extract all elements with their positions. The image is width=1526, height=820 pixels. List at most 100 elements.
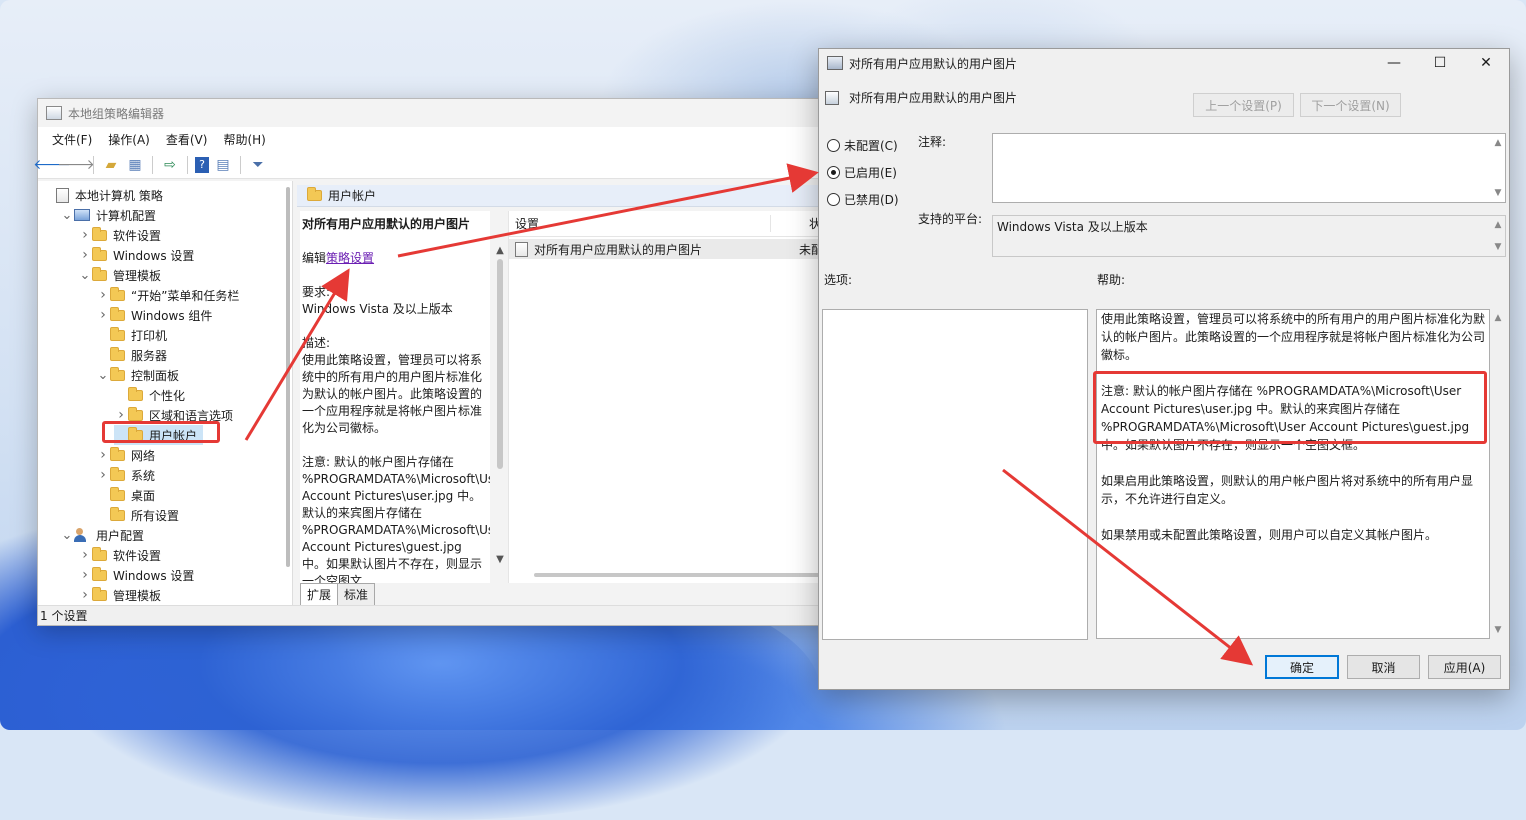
tab-standard[interactable]: 标准 <box>337 583 376 605</box>
chevron-right-icon[interactable]: › <box>96 447 110 463</box>
scroll-down-icon[interactable]: ▼ <box>493 554 507 565</box>
show-hide-tree-icon[interactable]: ▦ <box>125 155 145 175</box>
tree-item[interactable]: › 网络 <box>96 445 155 465</box>
comment-scrollbar[interactable]: ▲ ▼ <box>1491 134 1505 202</box>
column-header-setting[interactable]: 设置 <box>509 215 771 232</box>
tree-item-label: 用户配置 <box>96 528 145 543</box>
edit-policy-link[interactable]: 策略设置 <box>326 251 374 265</box>
tree-item[interactable]: › 软件设置 <box>78 225 161 245</box>
radio-circle <box>827 139 840 152</box>
tree-item[interactable]: 打印机 <box>96 325 167 345</box>
radio-enabled[interactable]: 已启用(E) <box>827 164 897 181</box>
tree-item[interactable]: ⌄ 控制面板 <box>96 365 179 385</box>
tree-item[interactable]: › 系统 <box>96 465 155 485</box>
export-list-icon[interactable]: ⇨ <box>160 155 180 175</box>
scroll-up-icon[interactable]: ▲ <box>1491 138 1505 148</box>
chevron-right-icon[interactable]: › <box>78 247 92 263</box>
tree-item[interactable]: 桌面 <box>96 485 155 505</box>
tree-item[interactable]: 个性化 <box>114 385 185 405</box>
tree-item[interactable]: ⌄ 用户配置 <box>60 525 144 545</box>
chevron-down-icon[interactable]: ⌄ <box>60 208 74 223</box>
policy-tree[interactable]: 本地计算机 策略 ⌄ 计算机配置 › 软件设置 › Windows 设置 ⌄ 管理模板 › “开始”… <box>38 181 293 607</box>
help-text-panel: 使用此策略设置，管理员可以将系统中的所有用户的用户图片标准化为默认的帐户图片。此… <box>1096 309 1490 639</box>
help-label: 帮助: <box>1097 273 1126 287</box>
description-policy-title: 对所有用户应用默认的用户图片 <box>302 217 471 231</box>
scroll-up-icon[interactable]: ▲ <box>493 245 507 256</box>
folder-icon <box>92 246 107 261</box>
tree-item[interactable]: › “开始”菜单和任务栏 <box>96 285 239 305</box>
chevron-right-icon[interactable]: › <box>96 467 110 483</box>
chevron-down-icon[interactable]: ⌄ <box>60 528 74 543</box>
folder-icon <box>128 406 143 421</box>
apply-button[interactable]: 应用(A) <box>1428 655 1501 679</box>
menu-action[interactable]: 操作(A) <box>100 131 158 148</box>
menu-view[interactable]: 查看(V) <box>158 131 216 148</box>
help-scrollbar[interactable]: ▲ ▼ <box>1491 309 1505 639</box>
chevron-right-icon[interactable]: › <box>96 287 110 303</box>
cancel-button[interactable]: 取消 <box>1347 655 1420 679</box>
scroll-down-icon[interactable]: ▼ <box>1491 625 1505 635</box>
tree-item[interactable]: ⌄ 计算机配置 <box>60 205 156 225</box>
chevron-right-icon[interactable]: › <box>78 587 92 603</box>
toolbar-separator <box>93 155 94 174</box>
filter-icon[interactable]: ⏷ <box>248 155 268 175</box>
next-setting-button[interactable]: 下一个设置(N) <box>1300 93 1401 117</box>
policy-name-row: 对所有用户应用默认的用户图片 <box>825 89 1017 106</box>
minimize-icon[interactable]: — <box>1371 49 1417 77</box>
toolbar-separator <box>152 155 153 174</box>
chevron-right-icon[interactable]: › <box>78 567 92 583</box>
supported-platform-label: 支持的平台: <box>918 212 983 226</box>
tree-item[interactable]: › 软件设置 <box>78 545 161 565</box>
scroll-down-icon[interactable]: ▼ <box>1491 188 1505 198</box>
status-bar: 1 个设置 <box>38 605 876 625</box>
scroll-thumb[interactable] <box>497 259 503 469</box>
forward-arrow-icon[interactable]: 🡒 <box>57 155 95 175</box>
tab-extended[interactable]: 扩展 <box>300 583 339 605</box>
tree-item-label: 本地计算机 策略 <box>75 188 163 203</box>
folder-icon <box>110 366 125 381</box>
menu-file[interactable]: 文件(F) <box>44 131 100 148</box>
description-scrollbar[interactable]: ▲ ▼ <box>493 245 507 565</box>
tree-item[interactable]: › 管理模板 <box>78 585 161 605</box>
previous-setting-button[interactable]: 上一个设置(P) <box>1193 93 1294 117</box>
chevron-down-icon[interactable]: ⌄ <box>78 268 92 283</box>
menu-help[interactable]: 帮助(H) <box>215 131 273 148</box>
properties-icon[interactable]: ▤ <box>213 155 233 175</box>
radio-label: 未配置(C) <box>844 139 898 153</box>
ok-button[interactable]: 确定 <box>1265 655 1339 679</box>
tree-item[interactable]: 本地计算机 策略 <box>42 185 163 205</box>
chevron-right-icon[interactable]: › <box>96 307 110 323</box>
radio-disabled[interactable]: 已禁用(D) <box>827 191 899 208</box>
options-label: 选项: <box>824 273 853 287</box>
folder-icon <box>92 266 107 281</box>
scroll-down-icon[interactable]: ▼ <box>1491 242 1505 252</box>
tree-item[interactable]: 服务器 <box>96 345 167 365</box>
edit-prefix: 编辑 <box>302 251 327 265</box>
close-icon[interactable]: ✕ <box>1463 49 1509 77</box>
tree-item[interactable]: › Windows 组件 <box>96 305 212 325</box>
help-icon[interactable]: ? <box>195 156 209 173</box>
folder-icon <box>110 486 125 501</box>
maximize-icon[interactable]: ☐ <box>1417 49 1463 77</box>
tree-scrollbar[interactable] <box>286 187 290 567</box>
tree-item[interactable]: › Windows 设置 <box>78 565 194 585</box>
chevron-down-icon[interactable]: ⌄ <box>96 368 110 383</box>
description-text: 使用此策略设置，管理员可以将系统中的所有用户的用户图片标准化为默认的帐户图片。此… <box>302 353 483 435</box>
tree-item[interactable]: › Windows 设置 <box>78 245 194 265</box>
chevron-right-icon[interactable]: › <box>78 547 92 563</box>
tree-item[interactable]: 所有设置 <box>96 505 179 525</box>
folder-icon <box>110 346 125 361</box>
platform-scrollbar[interactable]: ▲ ▼ <box>1491 216 1505 256</box>
scroll-up-icon[interactable]: ▲ <box>1491 313 1505 323</box>
tree-item[interactable]: ⌄ 管理模板 <box>78 265 161 285</box>
scroll-up-icon[interactable]: ▲ <box>1491 220 1505 230</box>
list-horizontal-scrollbar[interactable] <box>534 573 854 577</box>
tree-item-label: Windows 组件 <box>131 308 213 323</box>
folder-icon <box>128 386 143 401</box>
computer-icon <box>74 209 90 221</box>
folder-up-icon[interactable]: ▰ <box>101 155 121 175</box>
radio-not-configured[interactable]: 未配置(C) <box>827 137 898 154</box>
comment-textarea[interactable]: ▲ ▼ <box>992 133 1506 203</box>
tree-item-label: 软件设置 <box>113 228 162 243</box>
chevron-right-icon[interactable]: › <box>78 227 92 243</box>
